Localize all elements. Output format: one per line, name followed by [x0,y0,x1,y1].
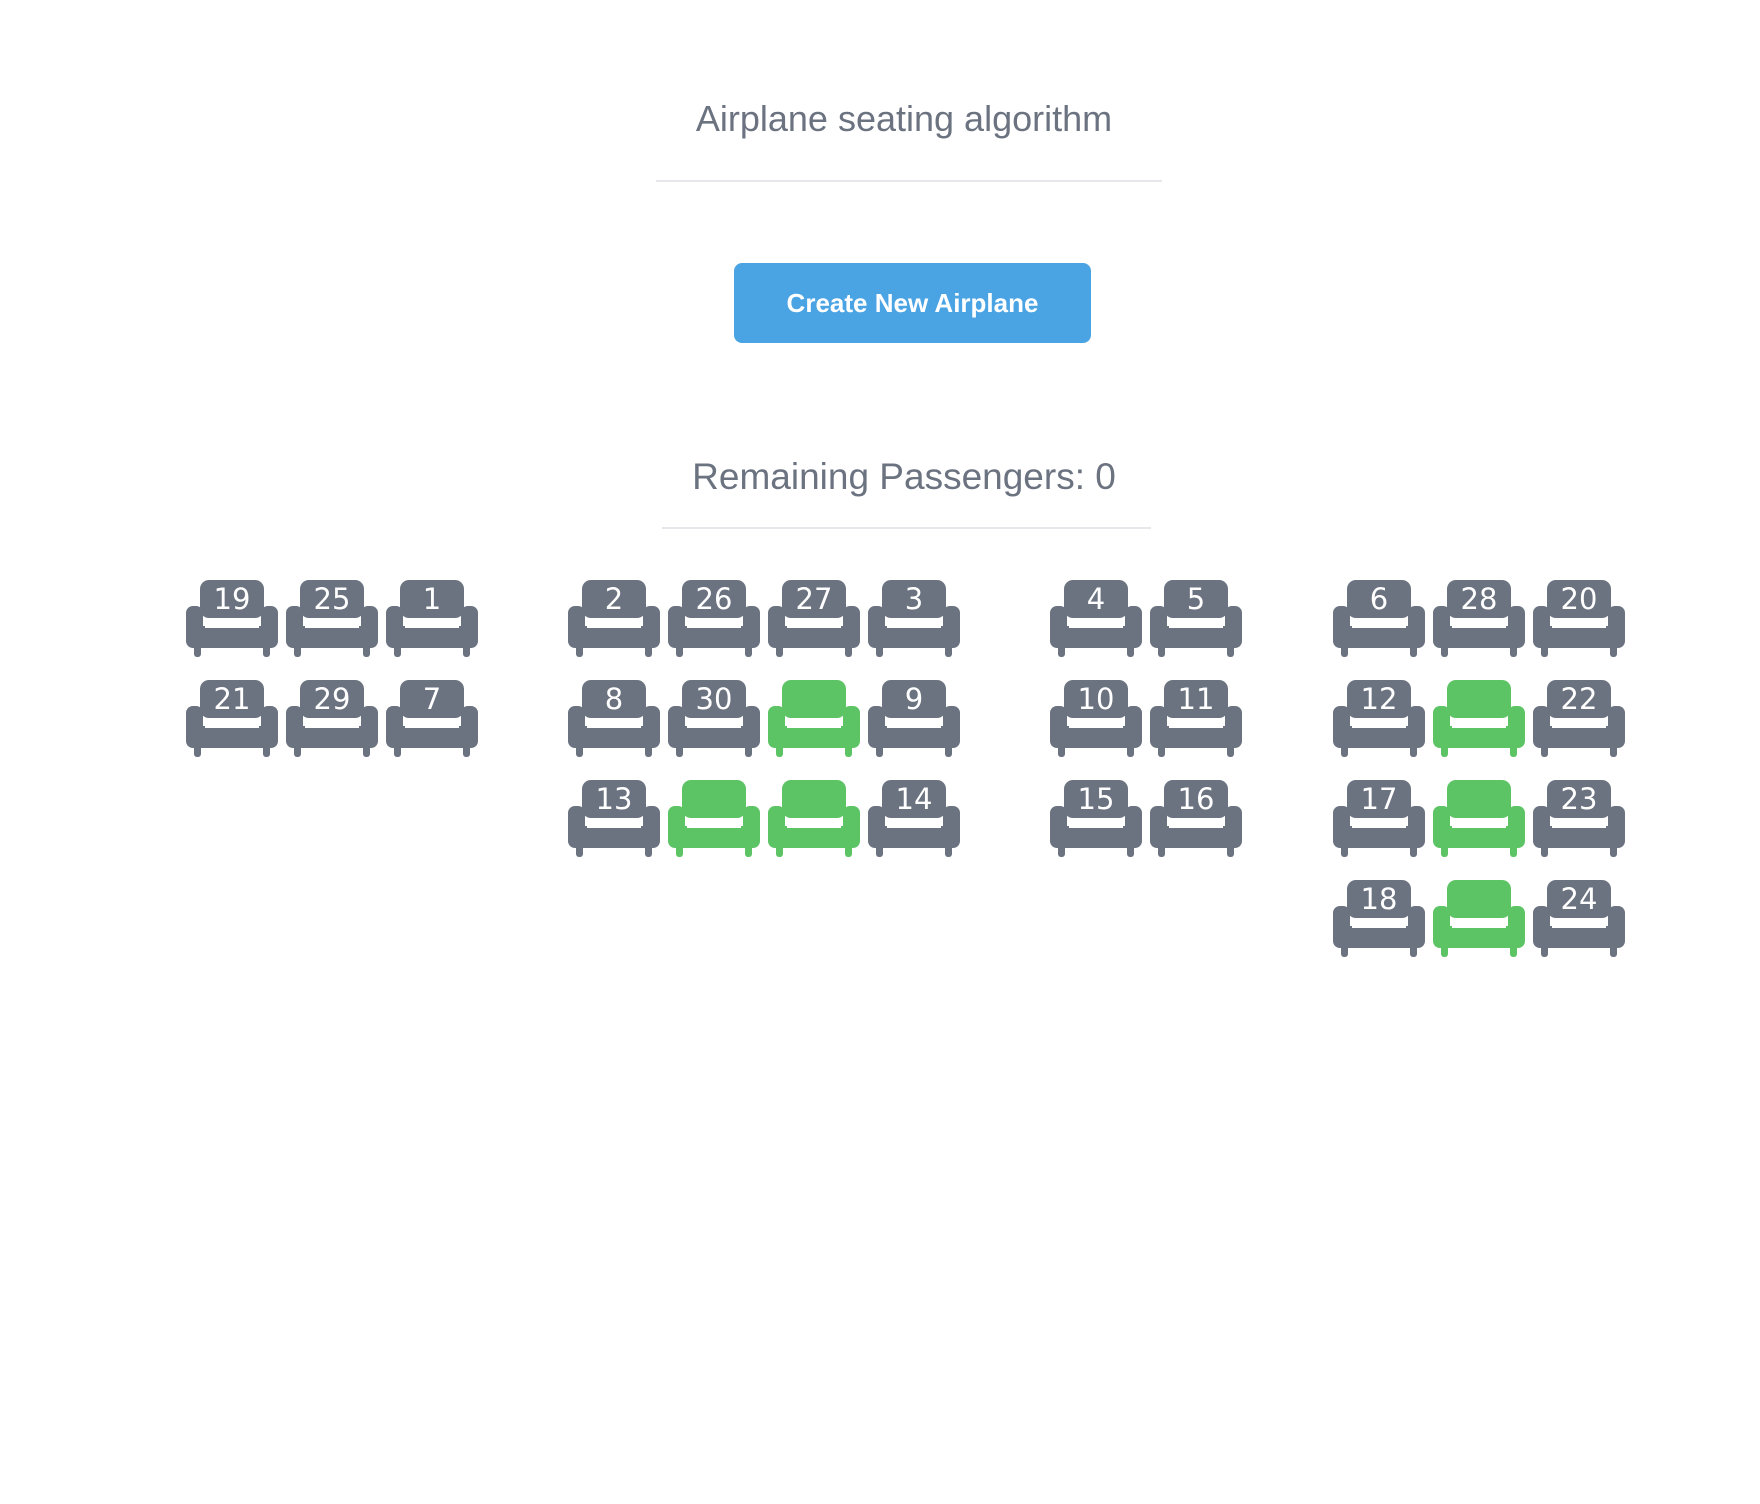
seat-occupied[interactable]: 7 [386,680,478,758]
seat-occupied[interactable]: 11 [1150,680,1242,758]
seat-occupied[interactable]: 8 [568,680,660,758]
seat-number: 19 [213,582,251,616]
armchair-icon [1433,880,1525,957]
seat-occupied[interactable]: 6 [1333,580,1425,658]
seat-occupied[interactable]: 15 [1050,780,1142,858]
seat-free[interactable] [668,780,760,858]
seat-number: 20 [1560,582,1598,616]
seat-number: 5 [1186,582,1206,616]
page-title: Airplane seating algorithm [695,98,1113,139]
seat-occupied[interactable]: 16 [1150,780,1242,858]
seat-number: 21 [213,682,251,716]
seat-number: 30 [695,682,733,716]
seat-number: 24 [1560,882,1598,916]
seat-number: 13 [595,782,633,816]
seat-occupied[interactable]: 2 [568,580,660,658]
seat-occupied[interactable]: 21 [186,680,278,758]
seat-number: 28 [1460,582,1498,616]
seat-occupied[interactable]: 17 [1333,780,1425,858]
seat-occupied[interactable]: 25 [286,580,378,658]
seat-number: 14 [895,782,933,816]
seat-occupied[interactable]: 13 [568,780,660,858]
seat-free[interactable] [768,680,860,758]
seat-number: 12 [1360,682,1398,716]
seat-number: 15 [1077,782,1115,816]
create-new-airplane-button[interactable]: Create New Airplane [734,263,1091,343]
seat-occupied[interactable]: 19 [186,580,278,658]
seat-free[interactable] [1433,880,1525,958]
seat-occupied[interactable]: 23 [1533,780,1625,858]
page: Airplane seating algorithm Create New Ai… [0,0,1760,1504]
seat-occupied[interactable]: 24 [1533,880,1625,958]
seat-number: 26 [695,582,733,616]
seat-occupied[interactable]: 26 [668,580,760,658]
seat-occupied[interactable]: 29 [286,680,378,758]
seat-occupied[interactable]: 27 [768,580,860,658]
seat-free[interactable] [1433,680,1525,758]
seat-number: 6 [1369,582,1389,616]
seat-number: 2 [604,582,624,616]
seat-number: 25 [313,582,351,616]
seat-number: 27 [795,582,833,616]
seat-number: 18 [1360,882,1398,916]
seat-occupied[interactable]: 18 [1333,880,1425,958]
seat-number: 17 [1360,782,1398,816]
seat-number: 3 [904,582,924,616]
armchair-icon [668,780,760,857]
seat-number: 1 [422,582,442,616]
seat-number: 22 [1560,682,1598,716]
armchair-icon [1433,780,1525,857]
armchair-icon [1433,680,1525,757]
remaining-divider [662,527,1151,529]
seat-number: 23 [1560,782,1598,816]
seat-number: 29 [313,682,351,716]
seat-free[interactable] [768,780,860,858]
seat-occupied[interactable]: 20 [1533,580,1625,658]
seat-number: 16 [1177,782,1215,816]
seat-occupied[interactable]: 5 [1150,580,1242,658]
seat-occupied[interactable]: 14 [868,780,960,858]
seat-number: 10 [1077,682,1115,716]
seat-occupied[interactable]: 28 [1433,580,1525,658]
remaining-passengers-heading: Remaining Passengers: 0 [692,456,1116,497]
seat-occupied[interactable]: 22 [1533,680,1625,758]
seat-occupied[interactable]: 4 [1050,580,1142,658]
seat-occupied[interactable]: 10 [1050,680,1142,758]
seat-occupied[interactable]: 1 [386,580,478,658]
seat-number: 8 [604,682,624,716]
seat-number: 4 [1086,582,1106,616]
seat-number: 11 [1177,682,1215,716]
seat-free[interactable] [1433,780,1525,858]
title-divider [656,180,1162,182]
armchair-icon [768,680,860,757]
seat-occupied[interactable]: 9 [868,680,960,758]
seat-occupied[interactable]: 30 [668,680,760,758]
seat-number: 7 [422,682,442,716]
seat-occupied[interactable]: 12 [1333,680,1425,758]
seat-number: 9 [904,682,924,716]
seat-occupied[interactable]: 3 [868,580,960,658]
armchair-icon [768,780,860,857]
